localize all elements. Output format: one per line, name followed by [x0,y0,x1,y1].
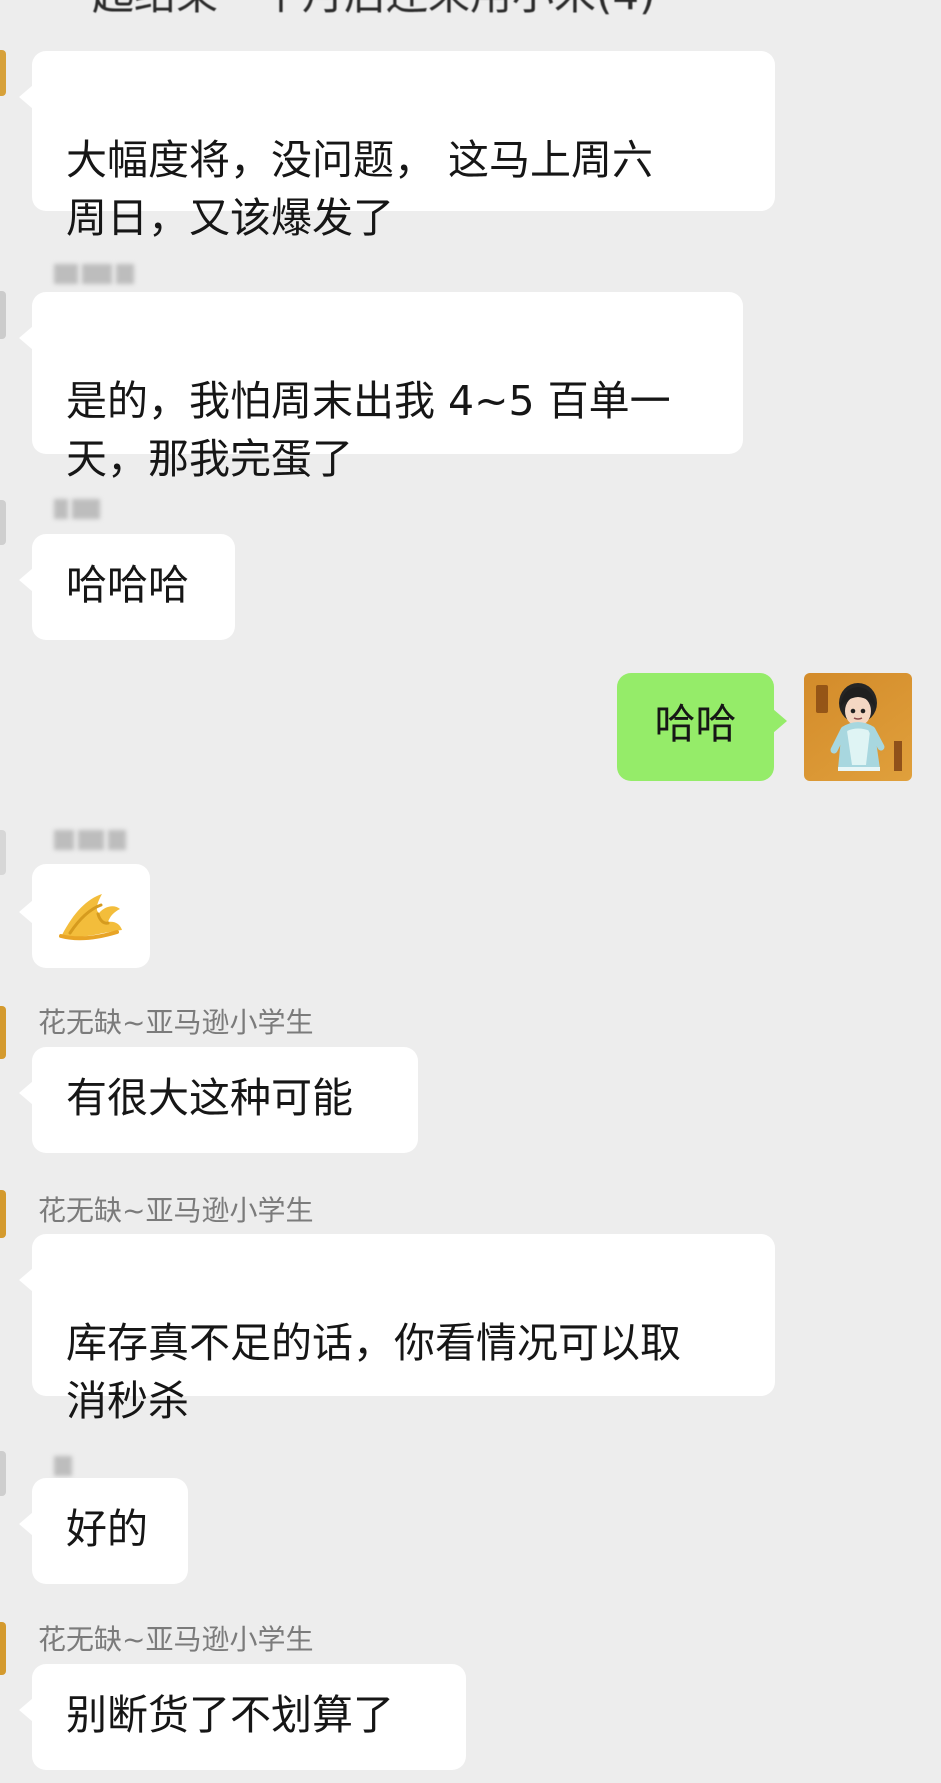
clipped-avatar-edge [0,1451,6,1496]
message-bubble[interactable]: 哈哈哈 [19,534,235,640]
message-text: 哈哈哈 [66,561,189,609]
message-bubble[interactable]: 是的，我怕周末出我 4~5 百单一 天，那我完蛋了 [19,292,743,483]
message-bubble[interactable]: 别断货了不划算了 [19,1664,466,1770]
clipped-avatar-edge [0,291,6,339]
message-text: 好的 [66,1505,148,1553]
message-text: 有很大这种可能 [66,1074,353,1122]
message-bubble[interactable]: 大幅度将，没问题， 这马上周六 周日，又该爆发了 [19,51,775,242]
message-text: 是的，我怕周末出我 4~5 百单一 天，那我完蛋了 [66,377,671,483]
ok-hand-icon [59,894,122,941]
blurred-sender-name [54,830,126,852]
truncated-header-text: 一起结束一个月后还来用小米(4) [50,0,750,20]
blurred-sender-name [54,1456,72,1478]
message-bubble-emoji[interactable] [19,864,150,968]
sender-name: 花无缺~亚马逊小学生 [38,1006,314,1039]
message-bubble[interactable]: 有很大这种可能 [19,1047,418,1153]
clipped-avatar-edge [0,500,6,545]
clipped-avatar-edge [0,1622,6,1675]
message-bubble-outgoing[interactable]: 哈哈 [617,673,787,781]
message-bubble[interactable]: 库存真不足的话，你看情况可以取 消秒杀 [19,1234,775,1425]
user-avatar[interactable] [804,673,912,781]
message-bubble[interactable]: 好的 [19,1478,188,1584]
clipped-avatar-edge [0,1006,6,1059]
chat-screen: 一起结束一个月后还来用小米(4) 大幅度将，没问题， 这马上周六 周日，又该爆发… [0,0,941,1783]
avatar-seal-mark [816,685,828,713]
clipped-avatar-edge [0,1190,6,1238]
message-text: 库存真不足的话，你看情况可以取 消秒杀 [66,1319,681,1425]
clipped-avatar-edge [0,830,6,875]
message-text: 别断货了不划算了 [66,1691,394,1739]
message-text: 哈哈 [654,700,737,748]
avatar-stamp-mark [894,741,902,771]
message-text: 大幅度将，没问题， 这马上周六 周日，又该爆发了 [66,136,654,242]
clipped-avatar-edge [0,50,6,96]
sender-name: 花无缺~亚马逊小学生 [38,1623,314,1656]
blurred-sender-name [54,264,134,286]
blurred-sender-name [54,499,100,521]
sender-name: 花无缺~亚马逊小学生 [38,1194,314,1227]
